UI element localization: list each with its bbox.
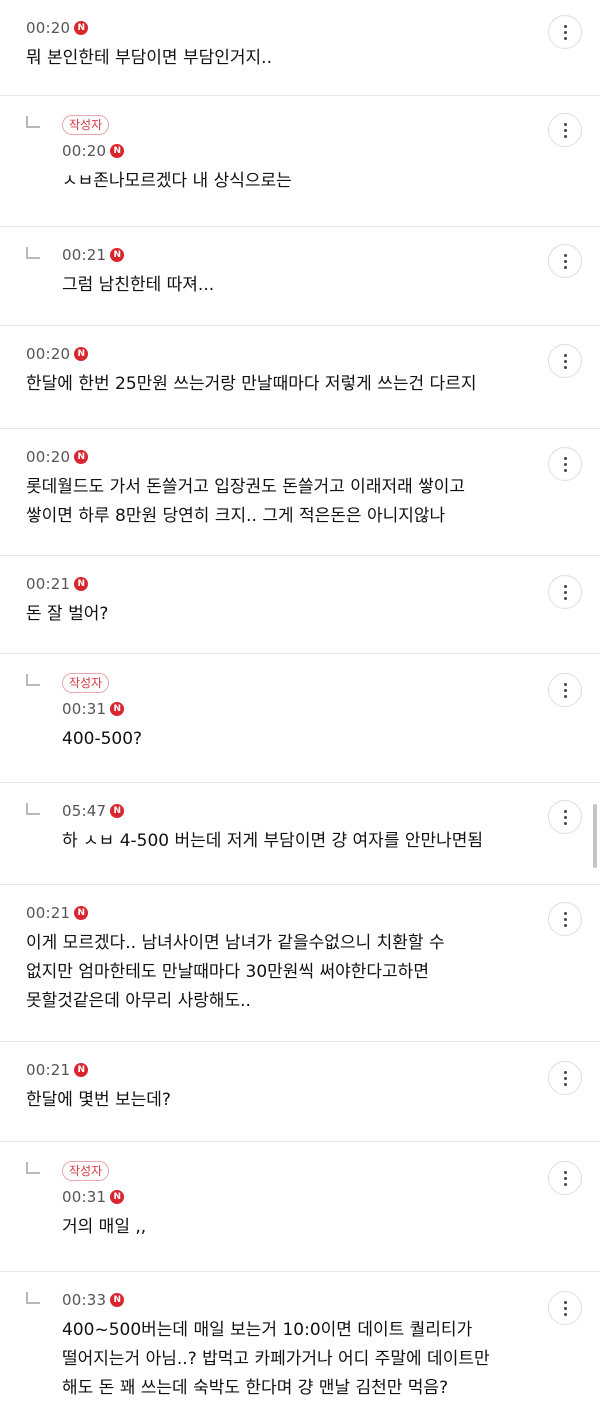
reply-item: 작성자 00:31 N 400-500? [0,654,600,783]
comment-text: ㅅㅂ존나모르겠다 내 상식으로는 [62,171,292,191]
more-icon [563,353,567,369]
more-icon [563,911,567,927]
comment-meta: 00:20 N [26,344,520,364]
comment-text: 이게 모르겠다.. 남녀사이면 남녀가 같을수없으니 치환할 수 없지만 엄마한… [26,933,445,1011]
comment-meta: 00:21 N [26,1060,520,1080]
comment-meta: 00:20 N [26,447,520,467]
comment-text: 하 ㅅㅂ 4-500 버는데 저게 부담이면 걍 여자를 안만나면됨 [62,831,484,851]
more-icon [563,1070,567,1086]
more-options-button[interactable] [548,1291,582,1325]
reply-item: 00:21 N 그럼 남친한테 따져... [0,227,600,326]
new-badge-icon: N [110,144,125,158]
comment-text: 그럼 남친한테 따져... [62,275,215,295]
scrollbar[interactable] [593,804,597,868]
comment-text: 롯데월드도 가서 돈쓸거고 입장권도 돈쓸거고 이래저래 쌓이고 쌓이면 하루 … [26,477,466,526]
comment-time: 00:21 [62,246,107,264]
more-icon [563,809,567,825]
comment-text: 400-500? [62,729,143,749]
comment-item: 00:20 N 뭐 본인한테 부담이면 부담인거지.. [0,0,600,96]
reply-item: 작성자 00:20 N ㅅㅂ존나모르겠다 내 상식으로는 [0,96,600,227]
comment-meta: 00:31 N [62,699,520,719]
comment-text: 뭐 본인한테 부담이면 부담인거지.. [26,48,272,68]
new-badge-icon: N [74,347,89,361]
new-badge-icon: N [74,21,89,35]
more-options-button[interactable] [548,673,582,707]
more-options-button[interactable] [548,113,582,147]
reply-arrow-icon [26,674,40,686]
comment-time: 00:21 [26,575,71,593]
author-badge: 작성자 [62,115,110,135]
comment-time: 00:20 [26,448,71,466]
reply-arrow-icon [26,1162,40,1174]
comment-time: 00:21 [26,1061,71,1079]
new-badge-icon: N [110,248,125,262]
more-icon [563,122,567,138]
new-badge-icon: N [74,906,89,920]
new-badge-icon: N [74,577,89,591]
comment-meta: 00:21 N [62,245,520,265]
more-options-button[interactable] [548,344,582,378]
more-icon [563,682,567,698]
reply-item: 05:47 N 하 ㅅㅂ 4-500 버는데 저게 부담이면 걍 여자를 안만나… [0,783,600,885]
comment-time: 00:21 [26,904,71,922]
comment-meta: 00:20 N [26,18,520,38]
new-badge-icon: N [110,702,125,716]
more-icon [563,1170,567,1186]
comment-meta: 00:20 N [62,141,520,161]
comment-meta: 05:47 N [62,801,520,821]
comment-item: 00:21 N 이게 모르겠다.. 남녀사이면 남녀가 같을수없으니 치환할 수… [0,885,600,1042]
more-options-button[interactable] [548,244,582,278]
reply-arrow-icon [26,116,40,128]
reply-item: 00:33 N 400~500버는데 매일 보는거 10:0이면 데이트 퀄리티… [0,1272,600,1425]
new-badge-icon: N [74,450,89,464]
reply-arrow-icon [26,1292,40,1304]
comment-time: 00:31 [62,1188,107,1206]
more-icon [563,24,567,40]
new-badge-icon: N [110,804,125,818]
comment-item: 00:21 N 돈 잘 벌어? [0,556,600,654]
more-options-button[interactable] [548,902,582,936]
more-options-button[interactable] [548,1161,582,1195]
new-badge-icon: N [74,1063,89,1077]
comment-item: 00:20 N 한달에 한번 25만원 쓰는거랑 만날때마다 저렇게 쓰는건 다… [0,326,600,429]
comment-time: 05:47 [62,802,107,820]
comment-text: 400~500버는데 매일 보는거 10:0이면 데이트 퀄리티가 떨어지는거 … [62,1320,490,1398]
more-icon [563,584,567,600]
comment-text: 한달에 한번 25만원 쓰는거랑 만날때마다 저렇게 쓰는건 다르지 [26,374,477,394]
author-badge: 작성자 [62,1161,110,1181]
comment-list: 00:20 N 뭐 본인한테 부담이면 부담인거지.. 작성자 00:20 N … [0,0,600,1425]
more-options-button[interactable] [548,575,582,609]
new-badge-icon: N [110,1190,125,1204]
more-icon [563,1300,567,1316]
reply-arrow-icon [26,247,40,259]
comment-time: 00:20 [26,345,71,363]
more-icon [563,456,567,472]
comment-text: 한달에 몇번 보는데? [26,1090,171,1110]
comment-time: 00:20 [62,142,107,160]
comment-item: 00:20 N 롯데월드도 가서 돈쓸거고 입장권도 돈쓸거고 이래저래 쌓이고… [0,429,600,556]
comment-meta: 00:33 N [62,1290,520,1310]
comment-time: 00:33 [62,1291,107,1309]
comment-text: 돈 잘 벌어? [26,604,109,624]
comment-meta: 00:31 N [62,1187,520,1207]
new-badge-icon: N [110,1293,125,1307]
comment-text: 거의 매일 ,, [62,1217,147,1237]
more-options-button[interactable] [548,1061,582,1095]
comment-time: 00:31 [62,700,107,718]
more-options-button[interactable] [548,15,582,49]
more-options-button[interactable] [548,447,582,481]
comment-meta: 00:21 N [26,574,520,594]
comment-time: 00:20 [26,19,71,37]
more-icon [563,253,567,269]
comment-meta: 00:21 N [26,903,520,923]
comment-item: 00:21 N 한달에 몇번 보는데? [0,1042,600,1142]
reply-arrow-icon [26,803,40,815]
more-options-button[interactable] [548,800,582,834]
author-badge: 작성자 [62,673,110,693]
reply-item: 작성자 00:31 N 거의 매일 ,, [0,1142,600,1272]
